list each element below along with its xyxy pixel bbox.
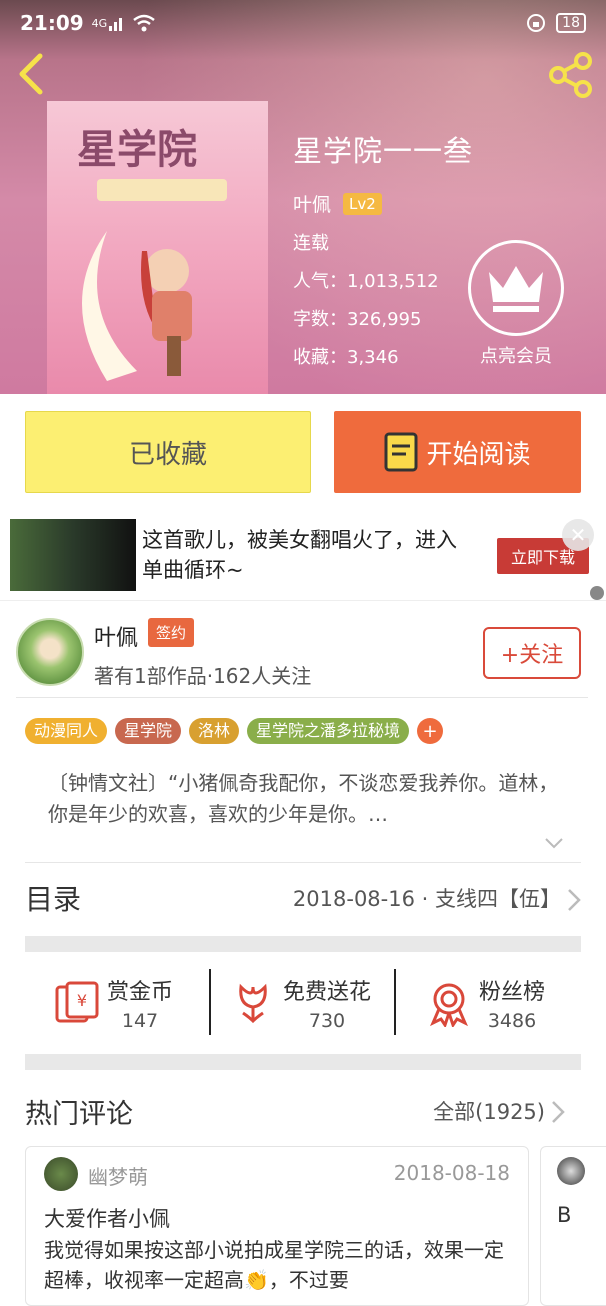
add-tag-icon[interactable]: + — [417, 718, 444, 744]
book-state: 连载 — [293, 233, 329, 254]
status-time: 21:09 — [20, 11, 84, 35]
comment-title: B — [557, 1203, 572, 1227]
section-band — [25, 1054, 581, 1070]
author-section: 叶佩 签约 著有1部作品·162人关注 +关注 — [16, 618, 588, 698]
reader-actions: ¥ 赏金币 147 免费送花 730 粉丝榜 3486 — [25, 969, 581, 1037]
tag-item[interactable]: 动漫同人 — [25, 718, 108, 744]
latest-chapter: 2018-08-16 · 支线四【伍】 — [292, 887, 561, 911]
ad-text: 这首歌儿，被美女翻唱火了，进入单曲循环~ — [142, 528, 457, 582]
send-flower-label: 免费送花 — [283, 980, 372, 1005]
status-bar: 21:09 4G 18 — [0, 0, 606, 46]
book-popularity: 人气：1,013,512 — [293, 271, 439, 292]
level-badge: Lv2 — [343, 192, 382, 215]
all-comments-link[interactable]: 全部(1925) — [433, 1096, 545, 1126]
section-band — [25, 936, 581, 952]
flower-icon — [239, 983, 267, 1024]
ad-close-icon[interactable]: ✕ — [562, 519, 594, 551]
ad-mark-icon — [590, 586, 604, 600]
fan-ranking-label: 粉丝榜 — [479, 980, 546, 1005]
commenter-avatar[interactable] — [44, 1157, 78, 1191]
reward-coins-label: 赏金币 — [107, 980, 174, 1005]
book-cover[interactable]: 星学院 — [47, 101, 268, 394]
book-favorites: 收藏：3,346 — [293, 347, 399, 368]
comment-card[interactable]: B — [540, 1146, 606, 1306]
action-buttons: 已收藏 开始阅读 — [25, 411, 581, 493]
commenter-avatar[interactable] — [557, 1157, 585, 1185]
book-info: 星学院一一叁 叶佩 Lv2 连载 人气：1,013,512 字数：326,995… — [293, 128, 473, 369]
start-reading-label: 开始阅读 — [426, 439, 531, 470]
send-flower-button[interactable]: 免费送花 730 — [229, 969, 371, 1037]
cover-illustration: 星学院 — [47, 101, 268, 394]
divider — [25, 862, 581, 863]
ad-image — [10, 519, 136, 591]
tag-item[interactable]: 星学院之潘多拉秘境 — [247, 718, 410, 744]
commenter-name[interactable]: 幽梦萌 — [88, 1161, 148, 1190]
ad-banner[interactable]: 这首歌儿，被美女翻唱火了，进入单曲循环~ 立即下载 ✕ — [0, 511, 606, 601]
book-intro[interactable]: 〔钟情文社〕“小猪佩奇我配你，不谈恋爱我养你。道林，你是年少的欢喜，喜欢的少年是… — [48, 768, 568, 830]
tag-item[interactable]: 洛林 — [189, 718, 240, 744]
book-title: 星学院一一叁 — [293, 134, 474, 168]
share-icon[interactable] — [548, 52, 594, 98]
favorited-button[interactable]: 已收藏 — [25, 411, 311, 493]
fan-ranking-button[interactable]: 粉丝榜 3486 — [425, 969, 545, 1037]
divider — [209, 969, 211, 1035]
toc-title: 目录 — [25, 883, 82, 916]
signal-icon — [109, 18, 123, 31]
svg-text:¥: ¥ — [77, 991, 87, 1010]
comment-title: 大爱作者小佩 — [44, 1207, 170, 1231]
tag-item[interactable]: 星学院 — [115, 718, 182, 744]
divider — [394, 969, 396, 1035]
back-icon[interactable] — [14, 52, 50, 96]
hot-comments-header: 热门评论 全部(1925) — [25, 1092, 565, 1132]
crown-icon — [489, 266, 543, 312]
svg-text:星学院: 星学院 — [77, 126, 197, 173]
wifi-icon — [133, 14, 155, 32]
follow-button[interactable]: +关注 — [483, 627, 581, 679]
author-name[interactable]: 叶佩 — [94, 620, 138, 652]
tag-list: 动漫同人 星学院 洛林 星学院之潘多拉秘境 + — [25, 718, 444, 744]
chevron-right-icon — [568, 889, 581, 911]
book-icon — [384, 432, 418, 472]
reward-coins-count: 147 — [121, 1010, 159, 1032]
comment-card[interactable]: 幽梦萌 2018-08-18 大爱作者小佩 我觉得如果按这部小说拍成星学院三的话… — [25, 1146, 529, 1306]
hot-comments-title: 热门评论 — [25, 1099, 133, 1130]
author-avatar[interactable] — [16, 618, 84, 686]
red-envelope-icon: ¥ — [55, 981, 99, 1023]
book-author[interactable]: 叶佩 — [293, 190, 331, 217]
book-header: 21:09 4G 18 星学院 星学院一一叁 叶佩 Lv2 连载 人气：1,01… — [0, 0, 606, 394]
reward-coins-button[interactable]: ¥ 赏金币 147 — [53, 969, 173, 1037]
table-of-contents-row[interactable]: 目录 2018-08-16 · 支线四【伍】 — [25, 878, 581, 922]
send-flower-count: 730 — [308, 1010, 346, 1032]
vip-label: 点亮会员 — [480, 346, 552, 367]
chevron-right-icon[interactable] — [551, 1100, 565, 1124]
comment-date: 2018-08-18 — [393, 1161, 510, 1185]
lock-rotation-icon — [527, 14, 546, 32]
chevron-down-icon[interactable] — [543, 832, 565, 854]
medal-icon — [430, 983, 468, 1027]
battery-indicator: 18 — [556, 13, 586, 33]
vip-button[interactable]: 点亮会员 — [468, 240, 564, 368]
comment-body: 我觉得如果按这部小说拍成星学院三的话，效果一定超棒，收视率一定超高👏，不过要 — [44, 1238, 504, 1292]
book-words: 字数：326,995 — [293, 309, 422, 330]
fan-ranking-count: 3486 — [487, 1010, 537, 1032]
author-meta: 著有1部作品·162人关注 — [94, 664, 312, 688]
start-reading-button[interactable]: 开始阅读 — [334, 411, 581, 493]
signed-badge: 签约 — [148, 618, 195, 647]
network-indicator: 4G — [91, 16, 108, 30]
